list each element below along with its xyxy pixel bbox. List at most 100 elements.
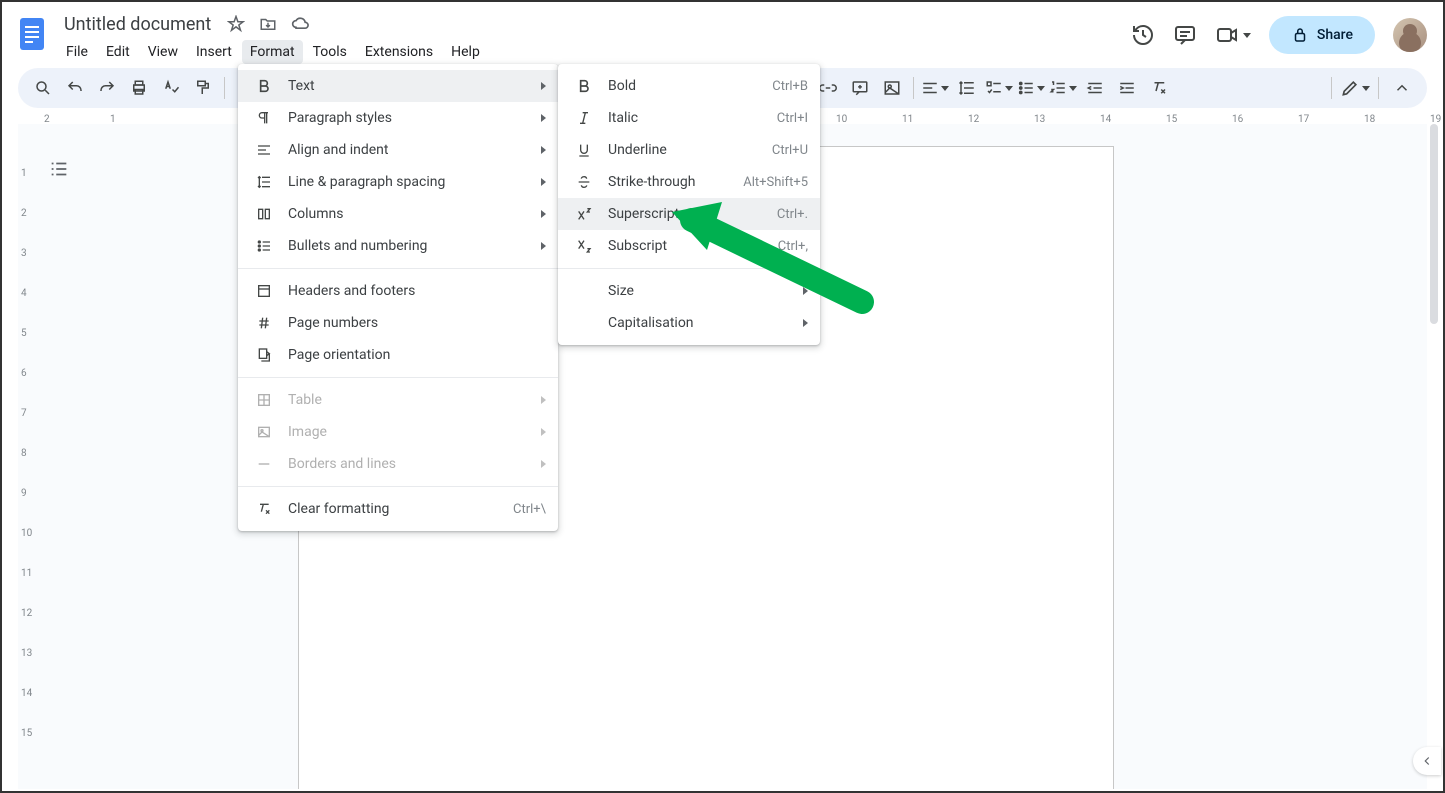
menu-view[interactable]: View bbox=[140, 40, 186, 64]
star-icon[interactable] bbox=[227, 15, 245, 33]
share-label: Share bbox=[1317, 27, 1353, 43]
menu-label: Columns bbox=[288, 206, 521, 222]
menu-item-strike-through[interactable]: Strike-throughAlt+Shift+5 bbox=[558, 166, 820, 198]
vertical-ruler: 123456789101112131415 bbox=[18, 124, 34, 791]
scrollbar-vertical[interactable] bbox=[1427, 124, 1441, 789]
subscript-icon bbox=[574, 236, 594, 256]
menu-item-borders-and-lines: Borders and lines bbox=[238, 448, 558, 480]
clear-format-icon[interactable] bbox=[1144, 73, 1174, 103]
strike-icon bbox=[574, 172, 594, 192]
italic-icon bbox=[574, 108, 594, 128]
image-icon bbox=[254, 422, 274, 442]
print-icon[interactable] bbox=[124, 73, 154, 103]
menu-item-capitalisation[interactable]: Capitalisation bbox=[558, 307, 820, 339]
menu-item-table: Table bbox=[238, 384, 558, 416]
outline-icon[interactable] bbox=[48, 158, 70, 184]
blank-icon bbox=[574, 313, 594, 333]
docs-logo[interactable] bbox=[12, 14, 52, 54]
avatar[interactable] bbox=[1393, 18, 1427, 52]
menu-label: Image bbox=[288, 424, 521, 440]
columns-icon bbox=[254, 204, 274, 224]
hr-icon bbox=[254, 454, 274, 474]
menu-label: Subscript bbox=[608, 238, 748, 254]
menubar: FileEditViewInsertFormatToolsExtensionsH… bbox=[58, 40, 1131, 64]
editing-mode-icon[interactable] bbox=[1340, 73, 1370, 103]
menu-item-text[interactable]: Text bbox=[238, 70, 558, 102]
indent-decrease-icon[interactable] bbox=[1080, 73, 1110, 103]
chevron-right-icon bbox=[541, 146, 546, 154]
menu-tools[interactable]: Tools bbox=[305, 40, 355, 64]
menu-label: Capitalisation bbox=[608, 315, 783, 331]
menu-item-image: Image bbox=[238, 416, 558, 448]
menu-help[interactable]: Help bbox=[443, 40, 488, 64]
indent-increase-icon[interactable] bbox=[1112, 73, 1142, 103]
cloud-icon[interactable] bbox=[291, 14, 311, 34]
menu-label: Clear formatting bbox=[288, 501, 483, 517]
collapse-toolbar-icon[interactable] bbox=[1387, 73, 1417, 103]
menu-item-italic[interactable]: ItalicCtrl+I bbox=[558, 102, 820, 134]
menu-item-headers-and-footers[interactable]: Headers and footers bbox=[238, 275, 558, 307]
checklist-icon[interactable] bbox=[984, 73, 1014, 103]
header: Untitled document FileEditViewInsertForm… bbox=[2, 2, 1443, 64]
pilcrow-icon bbox=[254, 108, 274, 128]
move-icon[interactable] bbox=[259, 15, 277, 33]
align-icon bbox=[254, 140, 274, 160]
menu-label: Table bbox=[288, 392, 521, 408]
comments-icon[interactable] bbox=[1173, 23, 1197, 47]
blank-icon bbox=[574, 281, 594, 301]
menu-label: Text bbox=[288, 78, 521, 94]
menu-item-subscript[interactable]: SubscriptCtrl+, bbox=[558, 230, 820, 262]
menu-label: Strike-through bbox=[608, 174, 713, 190]
menu-label: Underline bbox=[608, 142, 742, 158]
orientation-icon bbox=[254, 345, 274, 365]
history-icon[interactable] bbox=[1131, 23, 1155, 47]
bulleted-list-icon[interactable] bbox=[1016, 73, 1046, 103]
chevron-right-icon bbox=[541, 178, 546, 186]
menu-label: Borders and lines bbox=[288, 456, 521, 472]
menu-item-columns[interactable]: Columns bbox=[238, 198, 558, 230]
menu-extensions[interactable]: Extensions bbox=[357, 40, 441, 64]
menu-item-paragraph-styles[interactable]: Paragraph styles bbox=[238, 102, 558, 134]
line-spacing-icon[interactable] bbox=[952, 73, 982, 103]
title-area: Untitled document FileEditViewInsertForm… bbox=[52, 10, 1131, 64]
menu-item-page-numbers[interactable]: Page numbers bbox=[238, 307, 558, 339]
undo-icon[interactable] bbox=[60, 73, 90, 103]
menu-item-bullets-and-numbering[interactable]: Bullets and numbering bbox=[238, 230, 558, 262]
text-submenu: BoldCtrl+BItalicCtrl+IUnderlineCtrl+UStr… bbox=[558, 64, 820, 345]
menu-item-page-orientation[interactable]: Page orientation bbox=[238, 339, 558, 371]
menu-item-bold[interactable]: BoldCtrl+B bbox=[558, 70, 820, 102]
menu-file[interactable]: File bbox=[58, 40, 96, 64]
redo-icon[interactable] bbox=[92, 73, 122, 103]
chevron-right-icon bbox=[541, 460, 546, 468]
chevron-right-icon bbox=[541, 114, 546, 122]
search-icon[interactable] bbox=[28, 73, 58, 103]
bold-icon bbox=[574, 76, 594, 96]
menu-label: Size bbox=[608, 283, 783, 299]
side-panel-toggle[interactable] bbox=[1413, 747, 1441, 775]
menu-item-align-and-indent[interactable]: Align and indent bbox=[238, 134, 558, 166]
menu-label: Page numbers bbox=[288, 315, 546, 331]
numbered-list-icon[interactable] bbox=[1048, 73, 1078, 103]
menu-label: Page orientation bbox=[288, 347, 546, 363]
menu-item-underline[interactable]: UnderlineCtrl+U bbox=[558, 134, 820, 166]
menu-item-line-paragraph-spacing[interactable]: Line & paragraph spacing bbox=[238, 166, 558, 198]
chevron-right-icon bbox=[541, 242, 546, 250]
menu-label: Line & paragraph spacing bbox=[288, 174, 521, 190]
table-icon bbox=[254, 390, 274, 410]
document-title[interactable]: Untitled document bbox=[58, 12, 217, 37]
menu-format[interactable]: Format bbox=[242, 40, 303, 64]
menu-edit[interactable]: Edit bbox=[98, 40, 138, 64]
superscript-icon bbox=[574, 204, 594, 224]
menu-insert[interactable]: Insert bbox=[188, 40, 240, 64]
meet-button[interactable] bbox=[1215, 23, 1251, 47]
spellcheck-icon[interactable] bbox=[156, 73, 186, 103]
share-button[interactable]: Share bbox=[1269, 16, 1375, 54]
menu-item-size[interactable]: Size bbox=[558, 275, 820, 307]
add-comment-icon[interactable] bbox=[845, 73, 875, 103]
menu-label: Align and indent bbox=[288, 142, 521, 158]
align-icon[interactable] bbox=[920, 73, 950, 103]
menu-item-superscript[interactable]: SuperscriptCtrl+. bbox=[558, 198, 820, 230]
menu-item-clear-formatting[interactable]: Clear formattingCtrl+\ bbox=[238, 493, 558, 525]
insert-image-icon[interactable] bbox=[877, 73, 907, 103]
paint-format-icon[interactable] bbox=[188, 73, 218, 103]
